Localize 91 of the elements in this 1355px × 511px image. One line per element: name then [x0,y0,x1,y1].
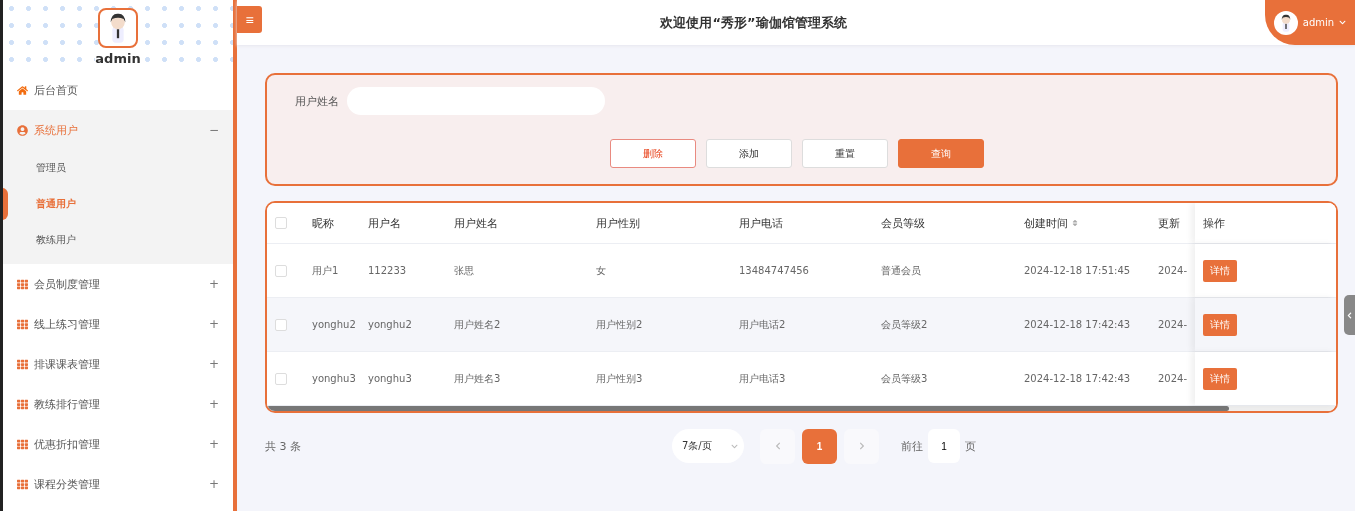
menu-item[interactable]: 后台首页 [3,70,233,110]
caret-icon [1339,19,1347,26]
page-title: 欢迎使用“秀形”瑜伽馆管理系统 [659,13,848,32]
expand-icon: + [208,397,219,411]
table-cell-text: 用户姓名3 [454,371,502,386]
grid-icon [17,398,28,410]
submenu-item[interactable]: 管理员 [3,150,233,186]
column-header: 用户电话 [739,215,784,231]
table-cell-text: 2024- [1158,319,1189,330]
submenu-item[interactable]: 教练用户 [3,222,233,258]
checkbox[interactable] [275,264,287,277]
chevron-left-icon [1346,311,1353,319]
table-cell-text: yonghu3 [312,373,357,384]
table-cell-text: 用户姓名2 [454,317,502,332]
table-cell-text: yonghu2 [368,319,413,330]
column-header: 用户性别 [596,215,641,231]
table-cell-text: 用户1 [312,263,340,278]
table-cell-text: 张思 [454,263,475,278]
expand-icon: + [208,277,219,291]
column-header: 更新 [1158,215,1181,231]
action-button[interactable]: 重置 [802,139,888,168]
checkbox[interactable] [275,217,287,229]
home-icon [17,84,28,96]
user-icon [17,124,28,136]
table-cell-text: 112233 [368,265,408,276]
expand-icon: + [208,477,219,491]
chevron-right-icon [857,442,866,450]
table-cell-text: 13484747456 [739,265,810,276]
expand-icon: + [208,437,219,451]
table-cell-text: 2024-12-18 17:42:43 [1024,319,1132,330]
table-cell-text: 2024- [1158,373,1189,384]
table-cell-text: 用户性别3 [596,371,644,386]
field-label: 用户姓名 [295,93,339,109]
expand-icon: + [208,317,219,331]
page-size-select[interactable]: 7条/页 [672,429,744,463]
column-header: 操作 [1195,203,1336,243]
column-header: 用户名 [368,215,402,231]
menu-item[interactable]: 系统用户 − [3,110,233,150]
menu-item[interactable]: 线上练习管理 + [3,304,233,344]
expand-icon: + [208,357,219,371]
menu-label: 教练排行管理 [34,396,100,412]
collapse-icon: − [208,123,219,137]
menu-item[interactable]: 会员制度管理 + [3,264,233,304]
column-header: 用户姓名 [454,215,499,231]
next-button[interactable] [844,428,879,464]
action-button[interactable]: 删除 [610,139,696,168]
menu-label: 课程分类管理 [34,476,100,492]
menu-label: 会员制度管理 [34,276,100,292]
sort-icon [1071,219,1079,227]
grid-icon [17,438,28,450]
grid-icon [17,318,28,330]
sidebar-username: admin [95,51,141,66]
column-header[interactable]: 创建时间 [1024,215,1158,231]
action-button[interactable]: 添加 [706,139,792,168]
menu-label: 排课课表管理 [34,356,100,372]
menu-item[interactable]: 教练排行管理 + [3,384,233,424]
menu-label: 优惠折扣管理 [34,436,100,452]
page-input[interactable]: 1 [928,429,960,463]
menu-item[interactable]: 排课课表管理 + [3,344,233,384]
table-cell-text: 用户电话2 [739,317,787,332]
menu-label: 线上练习管理 [34,316,100,332]
chevron-left-icon [773,442,782,450]
table-cell-text: 2024- [1158,265,1189,276]
table-cell-text: 用户电话3 [739,371,787,386]
table-cell-text: 2024-12-18 17:51:45 [1024,265,1132,276]
caret-icon [731,442,738,450]
table-cell-text: 会员等级3 [881,371,929,386]
table-cell-text: 会员等级2 [881,317,929,332]
column-header: 昵称 [312,215,335,231]
menu-item[interactable]: 课程分类管理 + [3,464,233,504]
total-count: 共 3 条 [265,438,302,454]
checkbox[interactable] [275,318,287,331]
table-cell-text: 普通会员 [881,263,922,278]
page-suffix: 页 [965,438,976,454]
grid-icon [17,358,28,370]
table-cell-text: yonghu3 [368,373,413,384]
table-cell-text: yonghu2 [312,319,357,330]
previous-button[interactable] [760,428,795,464]
grid-icon [17,478,28,490]
column-header: 会员等级 [881,215,926,231]
table-cell-text: 女 [596,263,607,278]
table-cell-text: 用户性别2 [596,317,644,332]
menu-item[interactable]: 优惠折扣管理 + [3,424,233,464]
grid-icon [17,278,28,290]
table-cell-text: 2024-12-18 17:42:43 [1024,373,1132,384]
menu-label: 系统用户 [34,122,78,138]
scrollbar[interactable] [267,406,1230,411]
goto-label: 前往 [901,438,923,454]
menu-label: 后台首页 [34,82,78,98]
side-tab[interactable] [1344,295,1355,335]
checkbox[interactable] [275,372,287,385]
